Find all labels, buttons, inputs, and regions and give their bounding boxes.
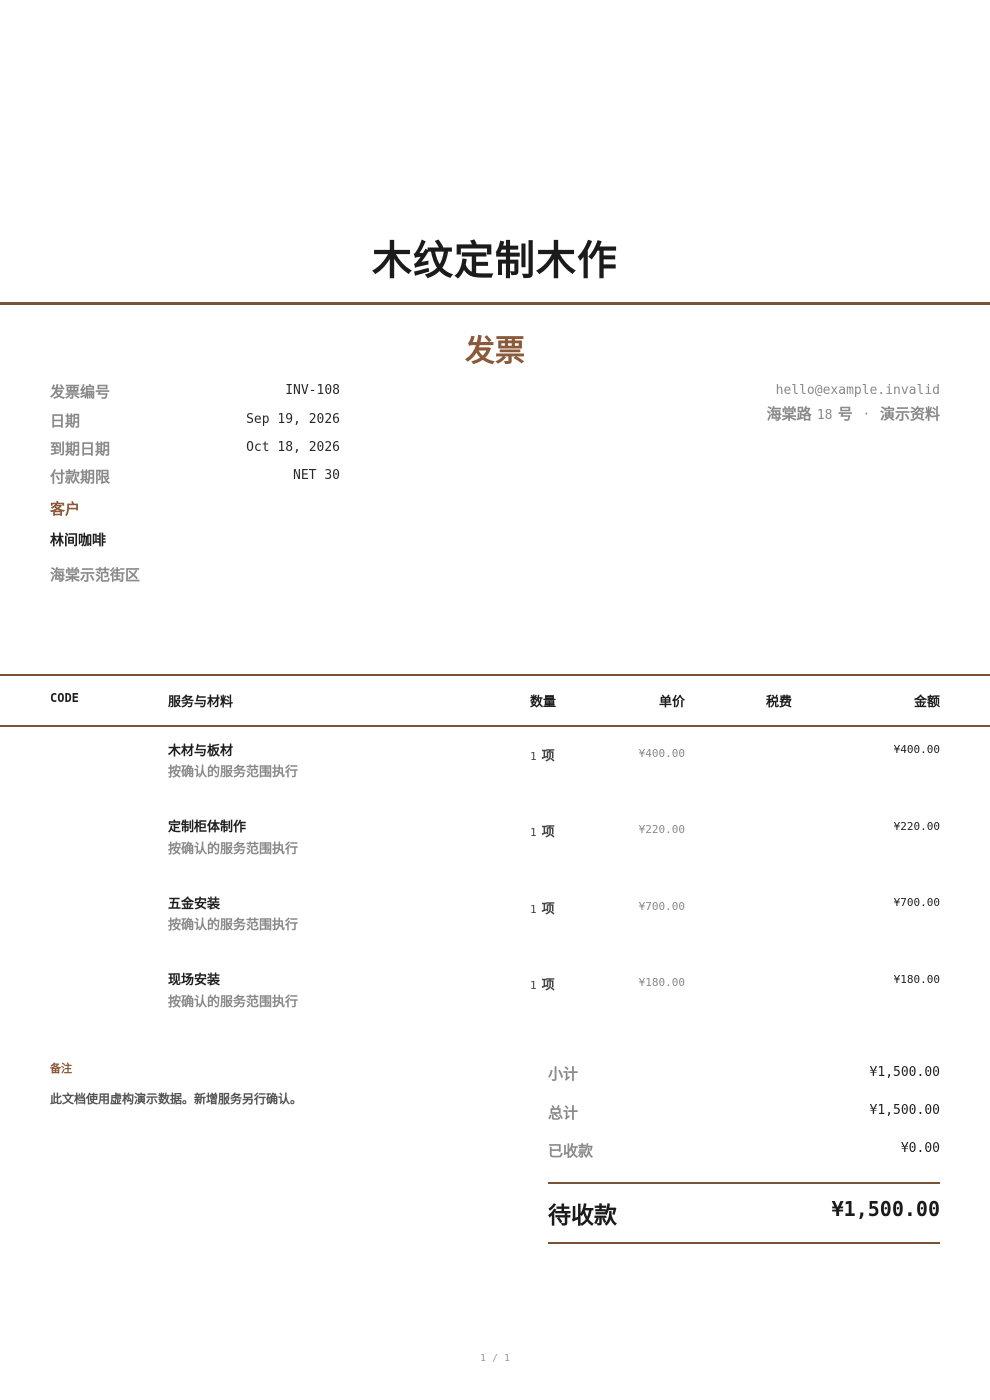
row-amount: ¥180.00: [893, 973, 940, 986]
row-title: 现场安装: [168, 973, 221, 988]
row-title: 五金安装: [168, 897, 221, 912]
row-qty-number: 1: [530, 903, 537, 916]
paid-label: 已收款: [548, 1142, 594, 1160]
meta-value-date: Sep 19, 2026: [246, 412, 340, 427]
meta-value-payment-terms: NET 30: [293, 468, 340, 483]
row-amount: ¥700.00: [893, 896, 940, 909]
amount-due-label: 待收款: [548, 1203, 617, 1229]
meta-value-due-date: Oct 18, 2026: [246, 440, 340, 455]
row-qty-unit: 项: [541, 978, 555, 993]
due-bottom-divider: [548, 1242, 940, 1244]
row-amount: ¥220.00: [893, 820, 940, 833]
amount-due-value: ¥1,500.00: [831, 1197, 940, 1221]
row-title: 木材与板材: [168, 744, 234, 759]
row-title: 定制柜体制作: [168, 820, 247, 835]
company-name: 木纹定制木作: [372, 238, 618, 284]
client-name: 林间咖啡: [50, 533, 106, 549]
table-top-divider: [0, 674, 990, 676]
row-qty-number: 1: [530, 750, 537, 763]
sender-note: 演示资料: [879, 405, 940, 423]
meta-label-date: 日期: [50, 412, 81, 430]
meta-value-invoice-number: INV-108: [285, 383, 340, 398]
row-qty: 1项: [530, 898, 555, 917]
column-header-tax: 税费: [766, 695, 793, 710]
row-qty-number: 1: [530, 979, 537, 992]
meta-label-due-date: 到期日期: [50, 440, 111, 458]
table-header-divider: [0, 725, 990, 727]
row-unit-price: ¥400.00: [638, 747, 685, 760]
row-qty: 1项: [530, 745, 555, 764]
total-value: ¥1,500.00: [869, 1103, 940, 1118]
client-address: 海棠示范街区: [50, 566, 141, 584]
column-header-code: CODE: [50, 691, 79, 705]
row-qty: 1项: [530, 821, 555, 840]
sender-unit: 号: [837, 405, 853, 423]
sender-email: hello@example.invalid: [775, 383, 940, 398]
row-description: 按确认的服务范围执行: [168, 918, 299, 933]
page-number: 1 / 1: [479, 1353, 511, 1364]
column-header-price: 单价: [658, 695, 685, 710]
sender-street: 海棠路: [766, 405, 812, 423]
row-amount: ¥400.00: [893, 743, 940, 756]
row-qty-unit: 项: [541, 825, 555, 840]
sender-number: 18: [816, 408, 833, 423]
subtotal-label: 小计: [548, 1065, 579, 1083]
due-top-divider: [548, 1182, 940, 1184]
header-divider: [0, 302, 990, 305]
document-title: 发票: [465, 334, 525, 369]
row-qty-number: 1: [530, 826, 537, 839]
row-unit-price: ¥180.00: [638, 976, 685, 989]
column-header-qty: 数量: [530, 695, 557, 710]
row-qty: 1项: [530, 974, 555, 993]
row-unit-price: ¥700.00: [638, 900, 685, 913]
total-label: 总计: [548, 1104, 579, 1122]
sender-address: 海棠路 18 号 · 演示资料: [767, 403, 940, 424]
row-unit-price: ¥220.00: [638, 823, 685, 836]
subtotal-value: ¥1,500.00: [869, 1065, 940, 1080]
row-qty-unit: 项: [541, 749, 555, 764]
notes-label: 备注: [50, 1062, 72, 1075]
row-description: 按确认的服务范围执行: [168, 842, 299, 857]
row-qty-unit: 项: [541, 902, 555, 917]
client-section-label: 客户: [50, 500, 81, 518]
notes-text: 此文档使用虚构演示数据。新增服务另行确认。: [50, 1092, 303, 1106]
sender-separator: ·: [863, 405, 869, 423]
meta-label-invoice-number: 发票编号: [50, 383, 111, 401]
paid-value: ¥0.00: [900, 1141, 940, 1156]
row-description: 按确认的服务范围执行: [168, 995, 299, 1010]
column-header-amount: 金额: [913, 695, 940, 710]
row-description: 按确认的服务范围执行: [168, 765, 299, 780]
meta-label-payment-terms: 付款期限: [50, 468, 111, 486]
column-header-description: 服务与材料: [168, 695, 234, 710]
